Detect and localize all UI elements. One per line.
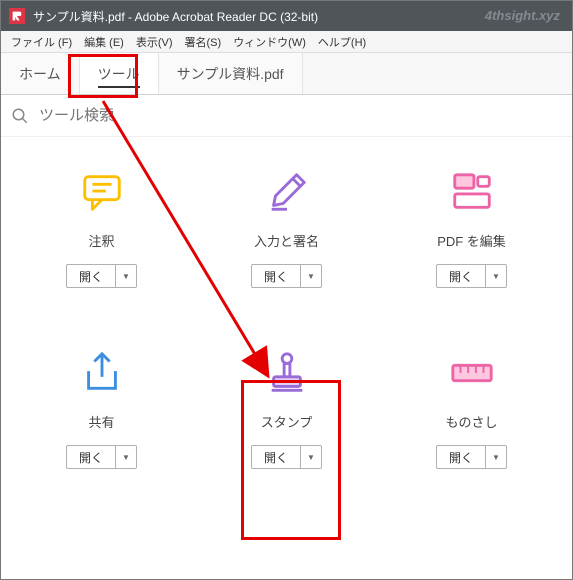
- search-icon: [11, 107, 29, 125]
- watermark: 4thsight.xyz: [485, 8, 560, 23]
- window-title: サンプル資料.pdf - Adobe Acrobat Reader DC (32…: [33, 8, 318, 25]
- chevron-down-icon[interactable]: ▼: [486, 446, 506, 468]
- open-button-label: 開く: [437, 265, 486, 287]
- tool-editpdf-open-button[interactable]: 開く ▼: [436, 264, 507, 288]
- open-button-label: 開く: [252, 265, 301, 287]
- tool-stamp[interactable]: スタンプ 開く ▼: [196, 348, 377, 469]
- tab-tools-label: ツール: [98, 64, 140, 88]
- tool-measure-open-button[interactable]: 開く ▼: [436, 445, 507, 469]
- pen-icon: [262, 167, 312, 217]
- tool-editpdf-label: PDF を編集: [437, 231, 506, 250]
- tool-share-label: 共有: [88, 412, 114, 431]
- menu-help[interactable]: ヘルプ(H): [312, 32, 372, 52]
- tab-bar: ホーム ツール サンプル資料.pdf: [1, 53, 572, 95]
- share-icon: [77, 348, 127, 398]
- open-button-label: 開く: [67, 446, 116, 468]
- tab-document[interactable]: サンプル資料.pdf: [159, 53, 303, 94]
- tab-home[interactable]: ホーム: [1, 53, 80, 94]
- tool-stamp-open-button[interactable]: 開く ▼: [251, 445, 322, 469]
- tab-document-label: サンプル資料.pdf: [177, 64, 284, 84]
- tool-comment-label: 注釈: [88, 231, 114, 250]
- chevron-down-icon[interactable]: ▼: [116, 446, 136, 468]
- tool-share-open-button[interactable]: 開く ▼: [66, 445, 137, 469]
- stamp-icon: [262, 348, 312, 398]
- app-icon: [9, 8, 25, 24]
- tool-grid: 注釈 開く ▼ 入力と署名 開く ▼ PDF を編集 開く ▼ 共有 開く: [1, 137, 572, 499]
- menu-edit[interactable]: 編集 (E): [78, 32, 130, 52]
- chevron-down-icon[interactable]: ▼: [486, 265, 506, 287]
- menu-view[interactable]: 表示(V): [130, 32, 179, 52]
- open-button-label: 開く: [67, 265, 116, 287]
- ruler-icon: [447, 348, 497, 398]
- tab-tools[interactable]: ツール: [80, 53, 159, 94]
- tool-measure[interactable]: ものさし 開く ▼: [381, 348, 562, 469]
- menu-window[interactable]: ウィンドウ(W): [227, 32, 312, 52]
- tool-fillsign-open-button[interactable]: 開く ▼: [251, 264, 322, 288]
- tool-fillsign-label: 入力と署名: [254, 231, 319, 250]
- chevron-down-icon[interactable]: ▼: [116, 265, 136, 287]
- editpdf-icon: [447, 167, 497, 217]
- open-button-label: 開く: [437, 446, 486, 468]
- chevron-down-icon[interactable]: ▼: [301, 265, 321, 287]
- tool-measure-label: ものさし: [445, 412, 497, 431]
- tool-stamp-label: スタンプ: [261, 412, 313, 431]
- tool-comment[interactable]: 注釈 開く ▼: [11, 167, 192, 288]
- tool-share[interactable]: 共有 開く ▼: [11, 348, 192, 469]
- menu-file[interactable]: ファイル (F): [5, 32, 78, 52]
- tab-home-label: ホーム: [19, 64, 61, 84]
- tool-comment-open-button[interactable]: 開く ▼: [66, 264, 137, 288]
- menu-bar: ファイル (F) 編集 (E) 表示(V) 署名(S) ウィンドウ(W) ヘルプ…: [1, 31, 572, 53]
- tool-fillsign[interactable]: 入力と署名 開く ▼: [196, 167, 377, 288]
- menu-sign[interactable]: 署名(S): [179, 32, 228, 52]
- search-bar: [1, 95, 572, 137]
- tool-editpdf[interactable]: PDF を編集 開く ▼: [381, 167, 562, 288]
- chevron-down-icon[interactable]: ▼: [301, 446, 321, 468]
- open-button-label: 開く: [252, 446, 301, 468]
- search-input[interactable]: [39, 107, 562, 124]
- comment-icon: [77, 167, 127, 217]
